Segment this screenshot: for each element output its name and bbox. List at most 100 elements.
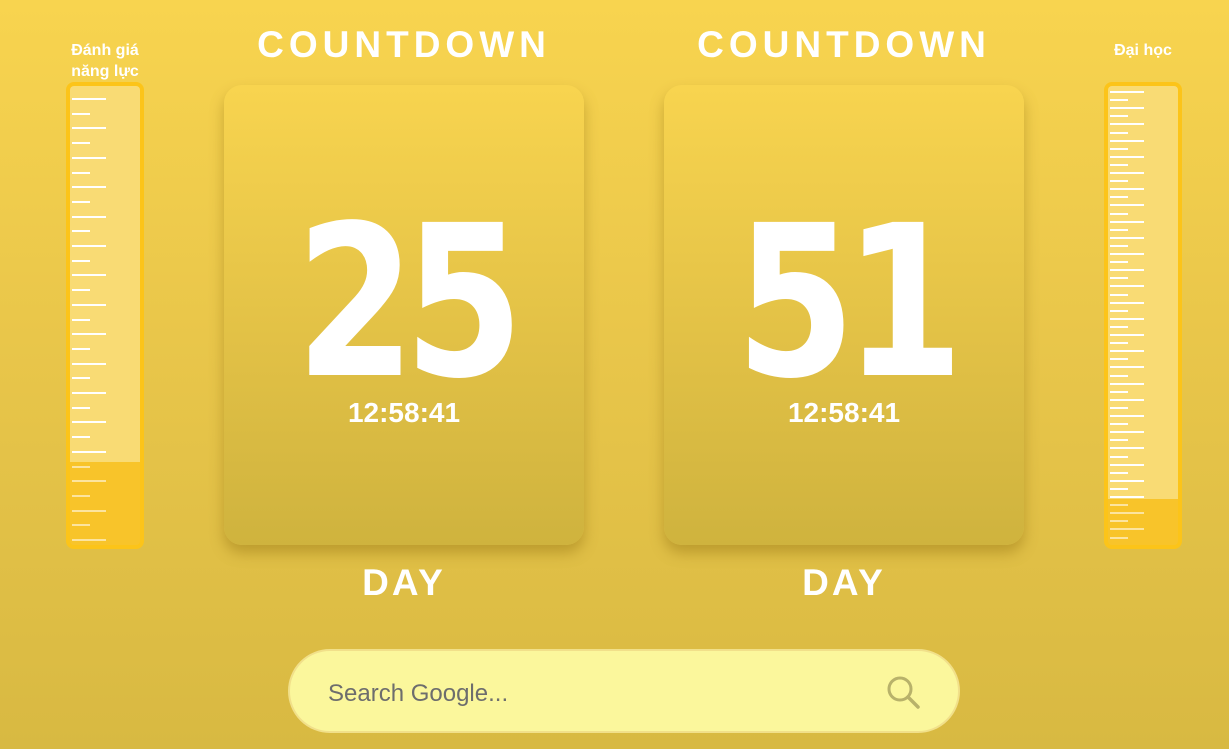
countdown-unit-1: DAY bbox=[362, 562, 446, 603]
gauge-tick bbox=[1110, 172, 1144, 174]
gauge-tick bbox=[1110, 463, 1144, 466]
gauge-tick bbox=[1110, 301, 1144, 304]
gauge-tick bbox=[72, 318, 90, 321]
gauge-tick bbox=[1110, 285, 1144, 288]
gauge-tick bbox=[1110, 455, 1128, 458]
gauge-tick bbox=[72, 436, 90, 439]
gauge-tick bbox=[1110, 528, 1144, 531]
gauge-tick bbox=[1110, 107, 1144, 110]
left-gauge-label-line1: Đánh giá bbox=[71, 42, 139, 59]
gauge-tick bbox=[72, 259, 90, 262]
gauge-tick bbox=[72, 377, 90, 380]
countdown-title-1: COUNTDOWN bbox=[257, 24, 551, 65]
countdown-card-1: 25 12:58:41 bbox=[224, 85, 584, 545]
gauge-tick bbox=[1110, 504, 1128, 507]
gauge-tick bbox=[1110, 196, 1128, 199]
gauge-tick bbox=[1110, 317, 1144, 320]
search-icon[interactable] bbox=[884, 673, 924, 713]
gauge-tick bbox=[72, 303, 106, 306]
gauge-tick bbox=[1110, 123, 1144, 126]
countdown-unit-2: DAY bbox=[802, 562, 886, 603]
gauge-tick bbox=[1110, 406, 1128, 409]
search-bar[interactable] bbox=[288, 649, 960, 733]
gauge-tick bbox=[1110, 131, 1128, 134]
gauge-tick bbox=[1110, 220, 1144, 223]
gauge-tick bbox=[72, 112, 90, 115]
left-gauge-fill bbox=[70, 462, 140, 545]
gauge-tick bbox=[1110, 536, 1128, 539]
gauge-tick bbox=[72, 186, 106, 189]
gauge-tick bbox=[1110, 342, 1128, 345]
gauge-tick bbox=[1110, 244, 1128, 247]
gauge-tick bbox=[1110, 374, 1128, 377]
gauge-tick bbox=[1110, 212, 1128, 215]
gauge-tick bbox=[1110, 496, 1144, 498]
gauge-tick bbox=[1110, 269, 1144, 272]
gauge-tick bbox=[1110, 415, 1144, 417]
gauge-tick bbox=[1110, 99, 1128, 102]
gauge-tick bbox=[1110, 350, 1144, 353]
left-gauge-label: Đánh giá năng lực bbox=[60, 40, 150, 82]
gauge-tick bbox=[72, 142, 90, 145]
gauge-tick bbox=[1110, 471, 1128, 474]
gauge-tick bbox=[1110, 479, 1144, 482]
gauge-tick bbox=[1110, 423, 1128, 426]
countdown-card-2: 51 12:58:41 bbox=[664, 85, 1024, 545]
gauge-tick bbox=[72, 127, 106, 130]
gauge-tick bbox=[72, 465, 90, 468]
left-progress-gauge bbox=[66, 82, 144, 549]
gauge-tick bbox=[72, 450, 106, 453]
gauge-tick bbox=[72, 421, 106, 424]
gauge-tick bbox=[1110, 325, 1128, 328]
countdown-title-2: COUNTDOWN bbox=[697, 24, 991, 65]
gauge-tick bbox=[1110, 155, 1144, 158]
gauge-tick bbox=[1110, 293, 1128, 296]
gauge-tick bbox=[1110, 382, 1144, 385]
gauge-tick bbox=[1110, 163, 1128, 166]
gauge-tick bbox=[72, 494, 90, 497]
gauge-tick bbox=[1110, 139, 1144, 142]
gauge-tick bbox=[72, 274, 106, 277]
gauge-tick bbox=[1110, 309, 1128, 312]
countdown-time-2: 12:58:41 bbox=[787, 397, 901, 428]
gauge-tick bbox=[1110, 439, 1128, 442]
countdown-days-2: 51 bbox=[735, 180, 964, 425]
right-progress-gauge bbox=[1104, 82, 1182, 549]
countdown-time-1: 12:58:41 bbox=[347, 397, 461, 428]
gauge-tick bbox=[1110, 520, 1128, 523]
gauge-tick bbox=[1110, 358, 1128, 361]
gauge-tick bbox=[1110, 115, 1128, 118]
gauge-tick bbox=[72, 230, 90, 233]
gauge-tick bbox=[1110, 487, 1128, 490]
gauge-tick bbox=[1110, 204, 1144, 207]
gauge-tick bbox=[72, 289, 90, 292]
gauge-tick bbox=[1110, 180, 1128, 183]
left-gauge-label-line2: năng lực bbox=[71, 63, 139, 80]
gauge-tick bbox=[72, 392, 106, 394]
gauge-tick bbox=[1110, 366, 1144, 369]
gauge-tick bbox=[72, 480, 106, 483]
gauge-tick bbox=[1110, 334, 1144, 336]
gauge-tick bbox=[72, 406, 90, 409]
right-gauge-label: Đại học bbox=[1114, 42, 1172, 59]
gauge-tick bbox=[1110, 253, 1144, 255]
search-input[interactable] bbox=[326, 673, 870, 715]
gauge-tick bbox=[72, 347, 90, 350]
gauge-tick bbox=[1110, 236, 1144, 239]
gauge-tick bbox=[1110, 512, 1144, 515]
gauge-tick bbox=[72, 539, 106, 541]
gauge-tick bbox=[72, 245, 106, 247]
gauge-tick bbox=[1110, 390, 1128, 393]
gauge-tick bbox=[72, 362, 106, 365]
gauge-tick bbox=[72, 200, 90, 203]
gauge-tick bbox=[1110, 398, 1144, 401]
gauge-tick bbox=[72, 524, 90, 527]
gauge-tick bbox=[1110, 447, 1144, 450]
gauge-tick bbox=[1110, 228, 1128, 231]
gauge-tick bbox=[72, 509, 106, 512]
gauge-tick bbox=[1110, 261, 1128, 264]
gauge-tick bbox=[1110, 277, 1128, 280]
gauge-tick bbox=[72, 98, 106, 100]
gauge-tick bbox=[72, 171, 90, 174]
countdown-days-1: 25 bbox=[295, 180, 524, 425]
